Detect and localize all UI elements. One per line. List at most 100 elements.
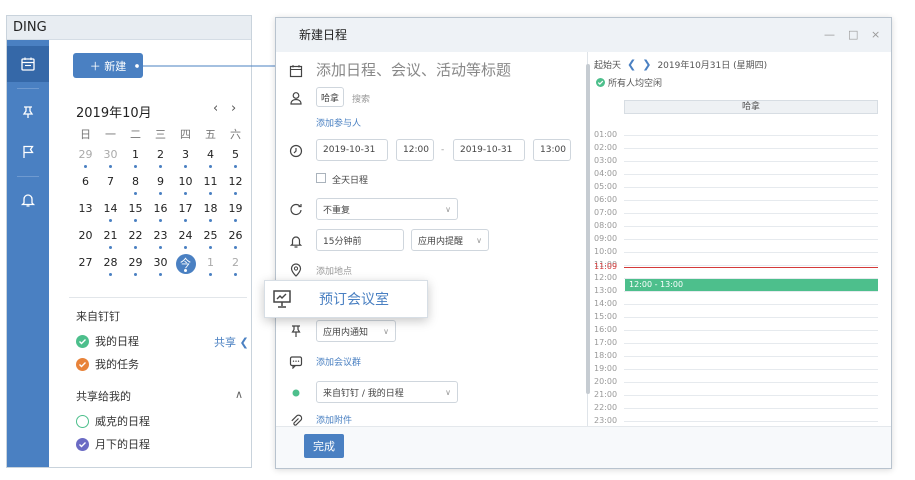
event-dot-icon [184, 165, 187, 168]
calendar-day-cell[interactable]: 2 [223, 254, 248, 281]
wake-schedule-label: 威克的日程 [95, 415, 150, 428]
event-dot-icon [209, 246, 212, 249]
calendar-day-cell[interactable]: 11 [198, 173, 223, 200]
calendar-day-cell[interactable]: 9 [148, 173, 173, 200]
start-date-field[interactable]: 2019-10-31 [316, 139, 388, 161]
day-number: 1 [207, 256, 214, 269]
next-day-button[interactable]: ❯ [642, 58, 651, 71]
calendar-day-cell[interactable]: 23 [148, 227, 173, 254]
calendar-day-cell[interactable]: 17 [173, 200, 198, 227]
calendar-day-cell[interactable]: 8 [123, 173, 148, 200]
calendar-day-cell[interactable]: 27 [73, 254, 98, 281]
calendar-day-cell[interactable]: 24 [173, 227, 198, 254]
presentation-board-icon [265, 289, 299, 309]
calendar-day-cell[interactable]: 10 [173, 173, 198, 200]
calendar-day-cell[interactable]: 15 [123, 200, 148, 227]
repeat-value: 不重复 [323, 205, 351, 216]
unchecked-icon[interactable] [76, 414, 89, 428]
calendar-day-cell[interactable]: 28 [98, 254, 123, 281]
calendar-day-cell[interactable]: 16 [148, 200, 173, 227]
calendar-day-cell[interactable]: 13 [73, 200, 98, 227]
new-button[interactable]: ＋ 新建 [73, 53, 143, 78]
calendar-day-cell[interactable]: 4 [198, 146, 223, 173]
busy-block[interactable]: 12:00 - 13:00 [625, 279, 878, 291]
current-time-line [624, 266, 878, 268]
prev-month-button[interactable]: ‹ [213, 101, 218, 116]
day-number: 25 [203, 229, 218, 242]
calendar-day-cell[interactable]: 5 [223, 146, 248, 173]
calendar-day-cell[interactable]: 25 [198, 227, 223, 254]
participant-search[interactable]: 搜索 [352, 92, 370, 105]
start-time-field[interactable]: 12:00 [396, 139, 434, 161]
calendar-select[interactable]: 来自钉钉 / 我的日程 ∨ [316, 381, 458, 403]
add-location-input[interactable]: 添加地点 [316, 264, 352, 277]
add-participant-link[interactable]: 添加参与人 [316, 116, 361, 129]
form-scrollbar[interactable] [586, 64, 590, 394]
my-schedule-item[interactable]: 我的日程 [76, 333, 139, 349]
done-button[interactable]: 完成 [304, 434, 344, 458]
checked-icon[interactable] [76, 334, 89, 348]
prev-day-button[interactable]: ❮ [627, 58, 636, 71]
hour-label: 17:00 [594, 338, 618, 347]
reminder-type-value: 应用内提醒 [418, 236, 464, 247]
calendar-day-cell[interactable]: 29 [73, 146, 98, 173]
calendar-day-cell[interactable]: 30 [98, 146, 123, 173]
calendar-day-cell[interactable]: 1 [198, 254, 223, 281]
rail-bell-button[interactable] [7, 182, 49, 218]
calendar-weeks: 29 30 1 2 3 4 5 6 7 8 9 10 11 12 13 14 15 16 17 18 19 20 21 22 2… [73, 146, 249, 281]
collapse-chevron-icon[interactable]: ∧ [235, 388, 243, 401]
hour-gridline [624, 330, 878, 331]
day-number: 26 [228, 229, 243, 242]
participant-chip[interactable]: 哈拿 [316, 87, 345, 107]
event-dot-icon [184, 269, 187, 272]
repeat-select[interactable]: 不重复 ∨ [316, 198, 458, 220]
calendar-day-cell[interactable]: 14 [98, 200, 123, 227]
checked-icon[interactable] [76, 437, 89, 451]
end-date-field[interactable]: 2019-10-31 [453, 139, 525, 161]
minimize-button[interactable]: — [824, 18, 835, 52]
day-number: 11 [203, 175, 218, 188]
maximize-button[interactable]: □ [848, 18, 858, 52]
calendar-day-cell[interactable]: 18 [198, 200, 223, 227]
event-dot-icon [109, 273, 112, 276]
person-icon [288, 90, 304, 106]
calendar-day-cell[interactable]: 26 [223, 227, 248, 254]
rail-pin-button[interactable] [7, 94, 49, 130]
calendar-day-cell[interactable]: 3 [173, 146, 198, 173]
calendar-day-cell[interactable]: 30 [148, 254, 173, 281]
calendar-day-cell[interactable]: 6 [73, 173, 98, 200]
calendar-day-cell[interactable]: 19 [223, 200, 248, 227]
reminder-type-select[interactable]: 应用内提醒 ∨ [411, 229, 489, 251]
book-room-callout[interactable]: 预订会议室 [264, 280, 428, 318]
calendar-day-cell[interactable]: 2 [148, 146, 173, 173]
reminder-field[interactable]: 15分钟前 [316, 229, 404, 251]
schedule-date: 2019年10月31日 (星期四) [657, 61, 768, 71]
share-link[interactable]: 共享 ❮ [214, 334, 249, 350]
rail-flag-button[interactable] [7, 134, 49, 170]
hour-label: 20:00 [594, 377, 618, 386]
calendar-day-cell[interactable]: 1 [123, 146, 148, 173]
calendar-day-cell[interactable]: 22 [123, 227, 148, 254]
add-group-link[interactable]: 添加会议群 [316, 355, 361, 368]
end-time-field[interactable]: 13:00 [533, 139, 571, 161]
calendar-day-cell[interactable]: 7 [98, 173, 123, 200]
wake-schedule-item[interactable]: 威克的日程 [76, 413, 150, 429]
event-dot-icon [159, 165, 162, 168]
title-input[interactable]: 添加日程、会议、活动等标题 [316, 59, 511, 80]
calendar-day-cell[interactable]: 20 [73, 227, 98, 254]
all-day-checkbox[interactable] [316, 173, 326, 183]
hour-gridline [624, 421, 878, 422]
rail-calendar-button[interactable] [7, 46, 49, 82]
add-attachment-link[interactable]: 添加附件 [316, 413, 352, 426]
calendar-day-cell[interactable]: 12 [223, 173, 248, 200]
calendar-day-cell[interactable]: 29 [123, 254, 148, 281]
yuexia-schedule-item[interactable]: 月下的日程 [76, 436, 150, 452]
checked-icon[interactable] [76, 357, 89, 371]
notify-select[interactable]: 应用内通知 ∨ [316, 320, 396, 342]
calendar-today-cell[interactable]: 今 [173, 254, 198, 281]
hour-gridline [624, 239, 878, 240]
close-button[interactable]: × [871, 18, 880, 52]
next-month-button[interactable]: › [231, 101, 236, 116]
calendar-day-cell[interactable]: 21 [98, 227, 123, 254]
my-tasks-item[interactable]: 我的任务 [76, 356, 139, 372]
